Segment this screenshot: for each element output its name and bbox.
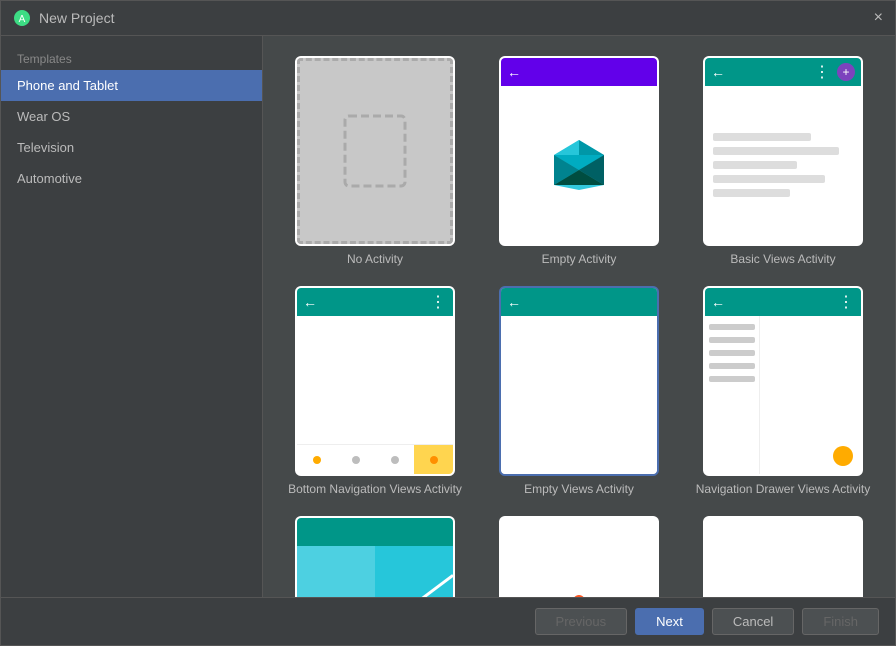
android-logo bbox=[549, 135, 609, 195]
plus-fab-icon: + bbox=[837, 63, 855, 81]
empty-views-toolbar: ← bbox=[501, 288, 657, 316]
nav-drawer-body bbox=[705, 316, 861, 474]
sidebar-section-label: Templates bbox=[1, 44, 262, 70]
bottom-nav-mockup: ← ⋮ bbox=[297, 288, 453, 474]
template-basic-views[interactable]: ← ⋮ + bbox=[691, 56, 875, 266]
template-empty-views[interactable]: ← Empty Views Activity bbox=[487, 286, 671, 496]
back-arrow-icon: ← bbox=[711, 64, 725, 80]
basic-views-label: Basic Views Activity bbox=[730, 252, 835, 266]
back-arrow-icon: ← bbox=[507, 294, 521, 310]
finish-button[interactable]: Finish bbox=[802, 608, 879, 635]
android-icon: A bbox=[13, 9, 31, 27]
sidebar-item-phone-tablet[interactable]: Phone and Tablet bbox=[1, 70, 262, 101]
dialog-title: New Project bbox=[39, 10, 114, 26]
footer: Previous Next Cancel Finish bbox=[1, 597, 895, 645]
template-preview-empty-activity: ← bbox=[499, 56, 659, 246]
bottom-nav-toolbar: ← ⋮ bbox=[297, 288, 453, 316]
basic-views-toolbar: ← ⋮ + bbox=[705, 58, 861, 86]
nav-drawer-toolbar: ← ⋮ bbox=[705, 288, 861, 316]
cpp-text: C++ bbox=[749, 590, 817, 597]
template-empty-activity[interactable]: ← bbox=[487, 56, 671, 266]
graph-icon bbox=[297, 546, 453, 597]
close-button[interactable]: × bbox=[874, 10, 883, 26]
template-no-activity[interactable]: No Activity bbox=[283, 56, 467, 266]
menu-dots-icon: ⋮ bbox=[430, 292, 447, 312]
empty-views-body bbox=[501, 316, 657, 474]
game-controller-icon: ▲ bbox=[539, 581, 619, 597]
template-preview-no-activity bbox=[295, 56, 455, 246]
menu-dots-icon: ⋮ bbox=[838, 292, 855, 312]
back-arrow-icon: ← bbox=[711, 294, 725, 310]
template-preview-empty-views: ← bbox=[499, 286, 659, 476]
template-preview-responsive bbox=[295, 516, 455, 597]
sidebar-item-wear-os[interactable]: Wear OS bbox=[1, 101, 262, 132]
bottom-nav-body bbox=[297, 316, 453, 474]
main-content: No Activity ← bbox=[263, 36, 895, 597]
template-preview-cpp: C++ bbox=[703, 516, 863, 597]
bottom-nav-label: Bottom Navigation Views Activity bbox=[288, 482, 462, 496]
empty-views-mockup: ← bbox=[501, 288, 657, 474]
empty-activity-toolbar: ← bbox=[501, 58, 657, 86]
template-responsive-views[interactable]: Responsive Views Activity bbox=[283, 516, 467, 597]
title-bar-left: A New Project bbox=[13, 9, 114, 27]
template-native-cpp[interactable]: C++ Native C++ bbox=[691, 516, 875, 597]
svg-text:A: A bbox=[19, 14, 26, 25]
template-preview-basic-views: ← ⋮ + bbox=[703, 56, 863, 246]
menu-dots-icon: ⋮ bbox=[814, 62, 831, 82]
previous-button[interactable]: Previous bbox=[535, 608, 628, 635]
sidebar: Templates Phone and Tablet Wear OS Telev… bbox=[1, 36, 263, 597]
back-arrow-icon: ← bbox=[303, 294, 317, 310]
template-nav-drawer[interactable]: ← ⋮ bbox=[691, 286, 875, 496]
template-preview-nav-drawer: ← ⋮ bbox=[703, 286, 863, 476]
basic-views-mockup: ← ⋮ + bbox=[705, 58, 861, 244]
back-arrow-icon: ← bbox=[507, 64, 521, 80]
nav-drawer-mockup: ← ⋮ bbox=[705, 288, 861, 474]
no-activity-preview bbox=[297, 58, 453, 244]
templates-grid: No Activity ← bbox=[263, 36, 895, 597]
title-bar: A New Project × bbox=[1, 1, 895, 36]
basic-views-body bbox=[705, 86, 861, 244]
next-button[interactable]: Next bbox=[635, 608, 704, 635]
template-bottom-nav[interactable]: ← ⋮ bbox=[283, 286, 467, 496]
no-activity-label: No Activity bbox=[347, 252, 403, 266]
template-preview-bottom-nav: ← ⋮ bbox=[295, 286, 455, 476]
sidebar-item-television[interactable]: Television bbox=[1, 132, 262, 163]
empty-activity-mockup: ← bbox=[501, 58, 657, 244]
template-game-activity[interactable]: ▲ Game Activity bbox=[487, 516, 671, 597]
empty-activity-body bbox=[501, 86, 657, 244]
new-project-dialog: A New Project × Templates Phone and Tabl… bbox=[0, 0, 896, 646]
empty-views-label: Empty Views Activity bbox=[524, 482, 634, 496]
dialog-body: Templates Phone and Tablet Wear OS Telev… bbox=[1, 36, 895, 597]
nav-drawer-label: Navigation Drawer Views Activity bbox=[696, 482, 871, 496]
sidebar-item-automotive[interactable]: Automotive bbox=[1, 163, 262, 194]
template-preview-game: ▲ bbox=[499, 516, 659, 597]
empty-activity-label: Empty Activity bbox=[542, 252, 617, 266]
cancel-button[interactable]: Cancel bbox=[712, 608, 794, 635]
